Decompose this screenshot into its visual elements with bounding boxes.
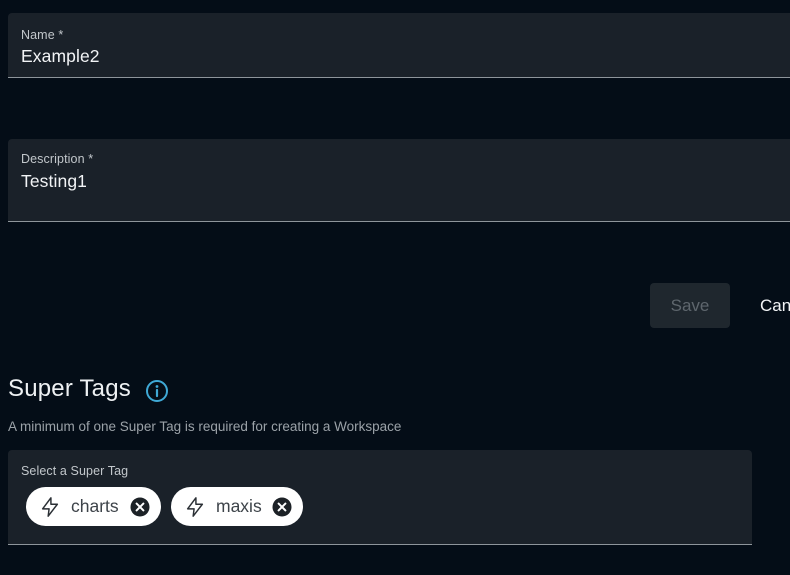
name-field[interactable]: Name * Example2 (8, 13, 790, 78)
super-tags-helper-text: A minimum of one Super Tag is required f… (8, 419, 402, 434)
super-tags-title: Super Tags (8, 375, 131, 402)
bolt-icon (186, 496, 204, 517)
tag-chip-label: charts (71, 496, 119, 516)
super-tag-select-label: Select a Super Tag (21, 464, 129, 478)
info-icon[interactable] (145, 379, 169, 403)
description-field-label: Description * (21, 152, 94, 166)
name-field-value[interactable]: Example2 (21, 46, 100, 67)
description-field-value[interactable]: Testing1 (21, 171, 87, 192)
description-field[interactable]: Description * Testing1 (8, 139, 790, 222)
save-button[interactable]: Save (650, 283, 730, 328)
tag-chip-maxis[interactable]: maxis (171, 487, 303, 526)
tag-chip-label: maxis (216, 496, 262, 516)
bolt-icon (41, 496, 59, 517)
close-icon[interactable] (272, 497, 292, 517)
cancel-button[interactable]: Cancel (760, 283, 790, 328)
name-field-label: Name * (21, 28, 64, 42)
super-tag-select[interactable]: Select a Super Tag charts maxis (8, 450, 752, 545)
close-icon[interactable] (130, 497, 150, 517)
tag-chip-charts[interactable]: charts (26, 487, 161, 526)
